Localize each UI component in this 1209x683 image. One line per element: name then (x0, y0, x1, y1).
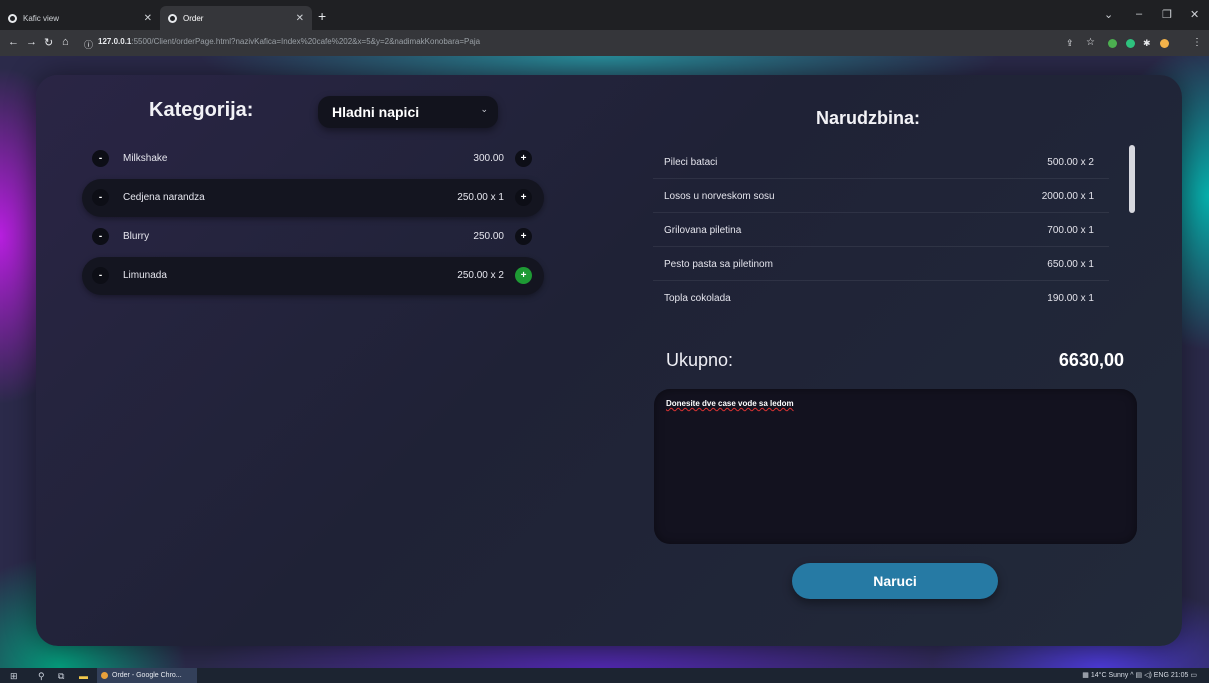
page-background: Kategorija: Hladni napici ⌄ - Milkshake … (0, 56, 1209, 668)
home-icon[interactable]: ⌂ (62, 36, 69, 48)
order-item-qty: 500.00 x 2 (1047, 157, 1094, 168)
order-list[interactable]: Pileci bataci 500.00 x 2 Losos u norvesk… (653, 145, 1113, 320)
increase-button[interactable]: + (515, 267, 532, 284)
order-item-qty: 650.00 x 1 (1047, 259, 1094, 270)
extension-drive-icon[interactable] (1108, 39, 1117, 48)
clock[interactable]: 21:05 (1171, 672, 1189, 679)
network-icon[interactable]: ▤ (1136, 672, 1143, 679)
browser-tab-bar: Kafic view ✕ Order ✕ + ⌄ – ❐ ✕ (0, 0, 1209, 30)
close-window-icon[interactable]: ✕ (1190, 8, 1199, 21)
menu-item-milkshake: - Milkshake 300.00 + (82, 140, 544, 178)
increase-button[interactable]: + (515, 150, 532, 167)
order-note-text: Donesite dve case vode sa ledom (666, 399, 794, 408)
menu-item-price: 300.00 (473, 153, 504, 164)
order-item-qty: 190.00 x 1 (1047, 293, 1094, 304)
tab-search-chevron-icon[interactable]: ⌄ (1104, 8, 1113, 21)
extensions-puzzle-icon[interactable]: ✱ (1143, 38, 1151, 49)
order-item-name: Topla cokolada (664, 293, 731, 304)
forward-icon[interactable]: → (26, 36, 37, 48)
info-icon[interactable]: ⓘ (84, 38, 93, 51)
decrease-button[interactable]: - (92, 150, 109, 167)
bookmark-star-icon[interactable]: ☆ (1086, 37, 1095, 48)
chevron-down-icon: ⌄ (480, 104, 488, 114)
extension-green-icon[interactable] (1126, 39, 1135, 48)
order-row: Pesto pasta sa piletinom 650.00 x 1 (653, 247, 1109, 281)
menu-item-name: Blurry (123, 231, 150, 242)
address-bar: ← → ↻ ⌂ ⓘ 127.0.0.1:5500/Client/orderPag… (0, 30, 1209, 56)
weather-text[interactable]: 14°C Sunny (1091, 672, 1128, 679)
decrease-button[interactable]: - (92, 189, 109, 206)
decrease-button[interactable]: - (92, 267, 109, 284)
language-indicator[interactable]: ENG (1154, 672, 1169, 679)
task-view-icon[interactable]: ⧉ (58, 671, 64, 682)
search-icon[interactable]: ⚲ (38, 671, 45, 682)
order-note-textarea[interactable]: Donesite dve case vode sa ledom (654, 389, 1137, 544)
total-value: 6630,00 (1058, 350, 1124, 370)
chrome-favicon-icon (168, 13, 177, 23)
menu-item-limunada: - Limunada 250.00 x 2 + (82, 257, 544, 295)
url-field[interactable]: 127.0.0.1:5500/Client/orderPage.html?naz… (98, 37, 480, 46)
submit-order-button[interactable]: Naruci (792, 563, 998, 599)
tray-chevron-icon[interactable]: ^ (1130, 672, 1133, 679)
order-item-name: Grilovana piletina (664, 225, 742, 236)
total-label: Ukupno: (666, 350, 734, 370)
category-select[interactable]: Hladni napici ⌄ (318, 96, 498, 128)
close-tab-icon[interactable]: ✕ (144, 13, 152, 24)
menu-item-name: Limunada (123, 270, 167, 281)
volume-icon[interactable]: ◁) (1144, 672, 1152, 679)
chrome-favicon-icon (8, 13, 17, 23)
chrome-menu-icon[interactable]: ⋮ (1192, 37, 1202, 48)
order-item-qty: 2000.00 x 1 (1041, 191, 1094, 202)
order-row: Losos u norveskom sosu 2000.00 x 1 (653, 179, 1109, 213)
menu-item-name: Milkshake (123, 153, 168, 164)
order-item-qty: 700.00 x 1 (1047, 225, 1094, 236)
taskbar-app-chrome[interactable]: Order - Google Chro... (97, 668, 197, 683)
tab-title: Order (183, 13, 204, 23)
tab-order[interactable]: Order ✕ (160, 6, 312, 30)
tab-kafic-view[interactable]: Kafic view ✕ (0, 6, 160, 30)
menu-item-name: Cedjena narandza (123, 192, 205, 203)
order-row: Topla cokolada 190.00 x 1 (653, 281, 1109, 314)
minimize-icon[interactable]: – (1136, 8, 1142, 20)
order-title: Narudzbina: (816, 108, 921, 128)
weather-icon[interactable]: ▦ (1082, 672, 1089, 679)
restore-icon[interactable]: ❐ (1162, 8, 1172, 21)
share-icon[interactable]: ⇪ (1066, 38, 1074, 49)
menu-item-price: 250.00 x 1 (457, 192, 504, 203)
order-card: Kategorija: Hladni napici ⌄ - Milkshake … (36, 75, 1182, 646)
order-row: Pileci bataci 500.00 x 2 (653, 145, 1109, 179)
order-row: Grilovana piletina 700.00 x 1 (653, 213, 1109, 247)
tab-title: Kafic view (23, 13, 60, 23)
close-tab-icon[interactable]: ✕ (296, 13, 304, 24)
menu-item-price: 250.00 x 2 (457, 270, 504, 281)
increase-button[interactable]: + (515, 189, 532, 206)
profile-avatar-icon[interactable] (1160, 39, 1169, 48)
windows-start-icon[interactable]: ⊞ (10, 671, 18, 682)
order-item-name: Losos u norveskom sosu (664, 191, 775, 202)
order-list-scrollbar[interactable] (1129, 145, 1135, 213)
url-path: :5500/Client/orderPage.html?nazivKafica=… (131, 37, 481, 46)
notification-icon[interactable]: ▭ (1190, 672, 1197, 679)
order-item-name: Pesto pasta sa piletinom (664, 259, 773, 270)
decrease-button[interactable]: - (92, 228, 109, 245)
increase-button[interactable]: + (515, 228, 532, 245)
category-label: Kategorija: (149, 99, 254, 121)
new-tab-icon[interactable]: + (318, 8, 326, 24)
file-explorer-icon[interactable]: ▬ (79, 671, 88, 681)
url-host: 127.0.0.1 (98, 37, 132, 46)
back-icon[interactable]: ← (8, 36, 19, 48)
menu-item-price: 250.00 (473, 231, 504, 242)
taskbar-app-label: Order - Google Chro... (112, 672, 182, 679)
menu-item-cedjena-narandza: - Cedjena narandza 250.00 x 1 + (82, 179, 544, 217)
chrome-icon (101, 672, 108, 679)
system-tray: ▦ 14°C Sunny ^ ▤ ◁) ENG 21:05 ▭ (1082, 671, 1197, 679)
order-item-name: Pileci bataci (664, 157, 718, 168)
menu-item-blurry: - Blurry 250.00 + (82, 218, 544, 256)
taskbar: ⊞ ⚲ ⧉ ▬ Order - Google Chro... ▦ 14°C Su… (0, 668, 1209, 683)
category-select-value: Hladni napici (332, 104, 420, 120)
reload-icon[interactable]: ↻ (44, 36, 53, 49)
